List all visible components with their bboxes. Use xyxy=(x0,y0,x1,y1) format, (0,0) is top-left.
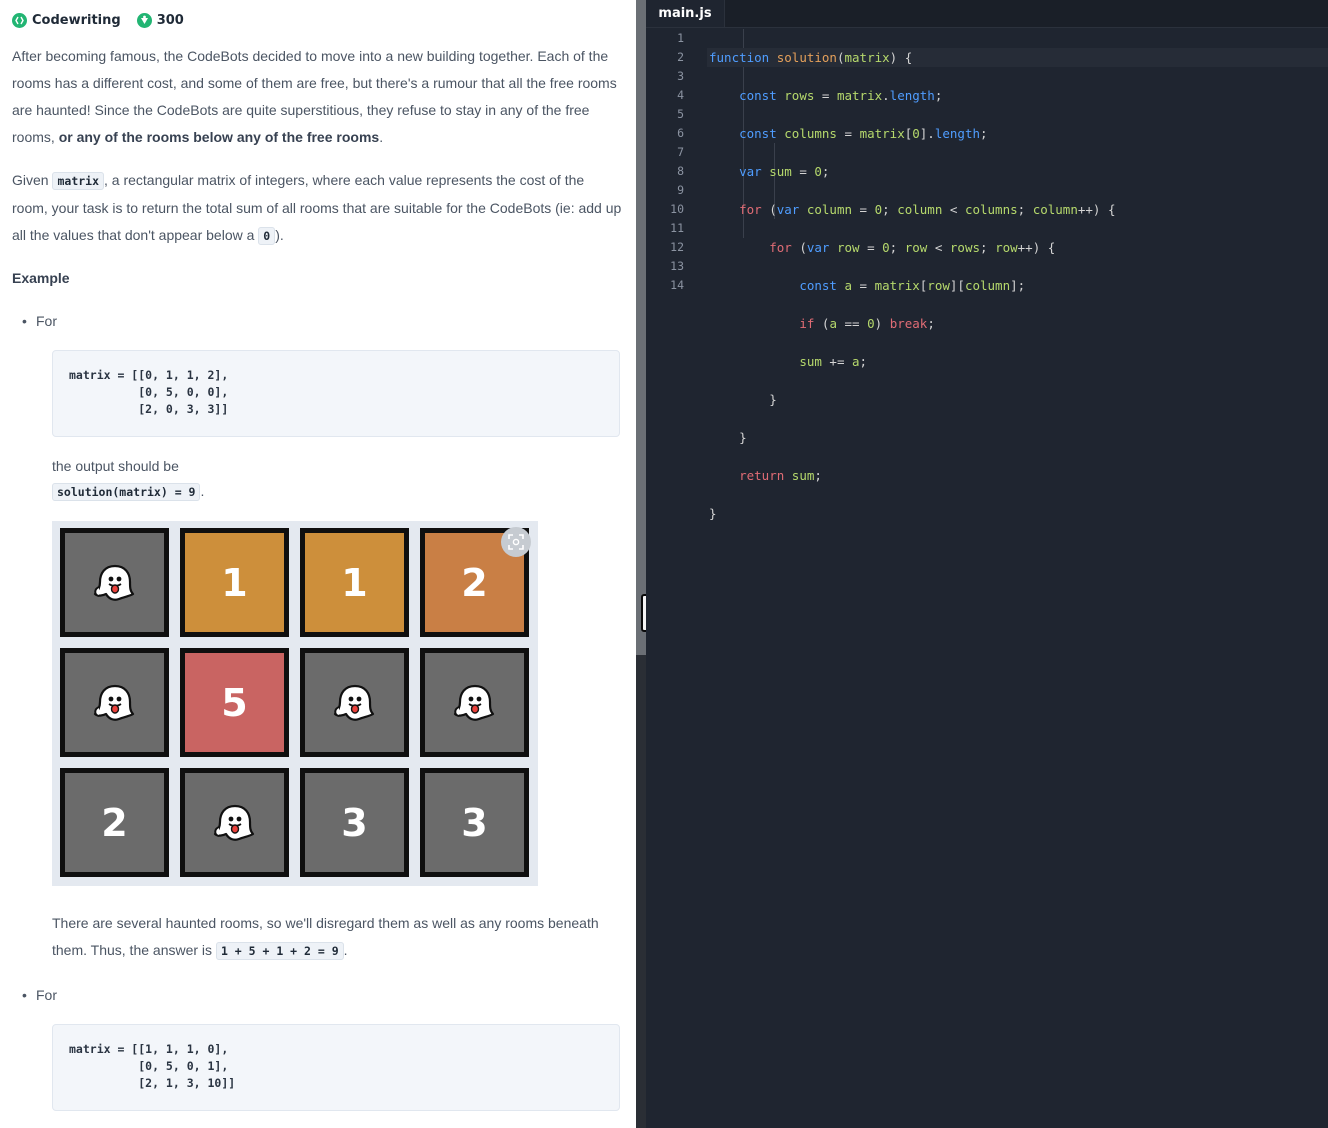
codewriting-icon xyxy=(12,12,27,28)
line-number: 11 xyxy=(670,221,684,235)
ghost-icon xyxy=(211,801,259,845)
ghost-room xyxy=(60,648,169,757)
tab-main-js[interactable]: main.js xyxy=(646,0,725,27)
inline-code-zero: 0 xyxy=(258,227,276,245)
room-cost-cell: 3 xyxy=(300,768,409,877)
line-number: 8 xyxy=(677,164,684,178)
line-number: 7 xyxy=(677,145,684,159)
code-line-2: const rows = matrix.length; xyxy=(739,88,943,103)
image-scan-button[interactable] xyxy=(501,527,531,557)
line-number: 5 xyxy=(677,107,684,121)
example-input-code: matrix = [[0, 1, 1, 2], [0, 5, 0, 0], [2… xyxy=(69,368,229,416)
room-cost-cell: 3 xyxy=(420,768,529,877)
code-line-8: if (a == 0) break; xyxy=(799,316,935,331)
code-line-1: function solution(matrix) { xyxy=(707,48,1328,67)
line-number-gutter: 1 2 3 4 5 6 7 8 9 10 11 12 13 14 xyxy=(646,29,684,295)
output-code: solution(matrix) = 9 xyxy=(52,483,201,501)
code-editor[interactable]: main.js 1 2 3 4 5 6 7 8 9 10 11 12 13 14 function sol… xyxy=(646,0,1328,1128)
line-number: 14 xyxy=(670,278,684,292)
room-cost-cell: 2 xyxy=(60,768,169,877)
line-number: 13 xyxy=(670,259,684,273)
example-input-code-block: matrix = [[0, 1, 1, 2], [0, 5, 0, 0], [2… xyxy=(52,350,620,437)
ghost-room xyxy=(420,648,529,757)
explanation-paragraph: There are several haunted rooms, so we'l… xyxy=(52,915,599,960)
code-line-12: return sum; xyxy=(739,468,822,483)
code-line-3: const columns = matrix[0].length; xyxy=(739,126,988,141)
line-number: 2 xyxy=(677,50,684,64)
line-number: 1 xyxy=(677,31,684,45)
example-bullet-1: For xyxy=(22,313,57,329)
description-panel: Codewriting 300 After becoming famous, t… xyxy=(0,0,636,1128)
description-paragraph-2: Given matrix, a rectangular matrix of in… xyxy=(12,172,622,245)
inline-code-matrix: matrix xyxy=(52,172,105,190)
ghost-icon xyxy=(91,561,139,605)
ghost-room xyxy=(300,648,409,757)
code-line-9: sum += a; xyxy=(799,354,868,369)
output-label: the output should be xyxy=(52,458,179,474)
ghost-room xyxy=(60,528,169,637)
example-heading: Example xyxy=(12,270,70,286)
line-number: 4 xyxy=(677,88,684,102)
line-number: 3 xyxy=(677,69,684,83)
line-number: 9 xyxy=(677,183,684,197)
explanation-code: 1 + 5 + 1 + 2 = 9 xyxy=(215,942,344,960)
task-header: Codewriting 300 xyxy=(12,10,184,30)
code-line-13: } xyxy=(709,506,717,521)
ghost-icon xyxy=(331,681,379,725)
task-type-label: Codewriting xyxy=(32,12,121,28)
description-paragraph-1: After becoming famous, the CodeBots deci… xyxy=(12,48,617,145)
code-area[interactable]: function solution(matrix) { const rows =… xyxy=(707,29,1328,599)
code-line-7: const a = matrix[row][column]; xyxy=(799,278,1026,293)
code-line-10: } xyxy=(769,392,777,407)
ghost-room xyxy=(180,768,289,877)
example-grid-image: 3325211 xyxy=(52,521,538,886)
points-icon xyxy=(136,12,152,28)
points-value: 300 xyxy=(156,12,184,28)
code-line-11: } xyxy=(739,430,747,445)
example-bullet-2: For xyxy=(22,987,57,1003)
example-input-code-block-2: matrix = [[1, 1, 1, 0], [0, 5, 0, 1], [2… xyxy=(52,1024,620,1111)
editor-tab-bar: main.js xyxy=(646,0,1328,28)
ghost-icon xyxy=(451,681,499,725)
code-line-4: var sum = 0; xyxy=(739,164,830,179)
line-number: 12 xyxy=(670,240,684,254)
code-line-5: for (var column = 0; column < columns; c… xyxy=(739,202,1116,217)
room-cost-cell: 5 xyxy=(180,648,289,757)
code-line-6: for (var row = 0; row < rows; row++) { xyxy=(769,240,1056,255)
room-cost-cell: 1 xyxy=(300,528,409,637)
line-number: 6 xyxy=(677,126,684,140)
example-input-code-2: matrix = [[1, 1, 1, 0], [0, 5, 0, 1], [2… xyxy=(69,1042,236,1090)
panel-splitter[interactable] xyxy=(636,0,651,1128)
line-number: 10 xyxy=(670,202,684,216)
ghost-icon xyxy=(91,681,139,725)
room-cost-cell: 1 xyxy=(180,528,289,637)
output-line: solution(matrix) = 9. xyxy=(52,483,204,501)
scan-icon xyxy=(508,534,524,550)
description-scrollbar[interactable] xyxy=(636,0,646,655)
